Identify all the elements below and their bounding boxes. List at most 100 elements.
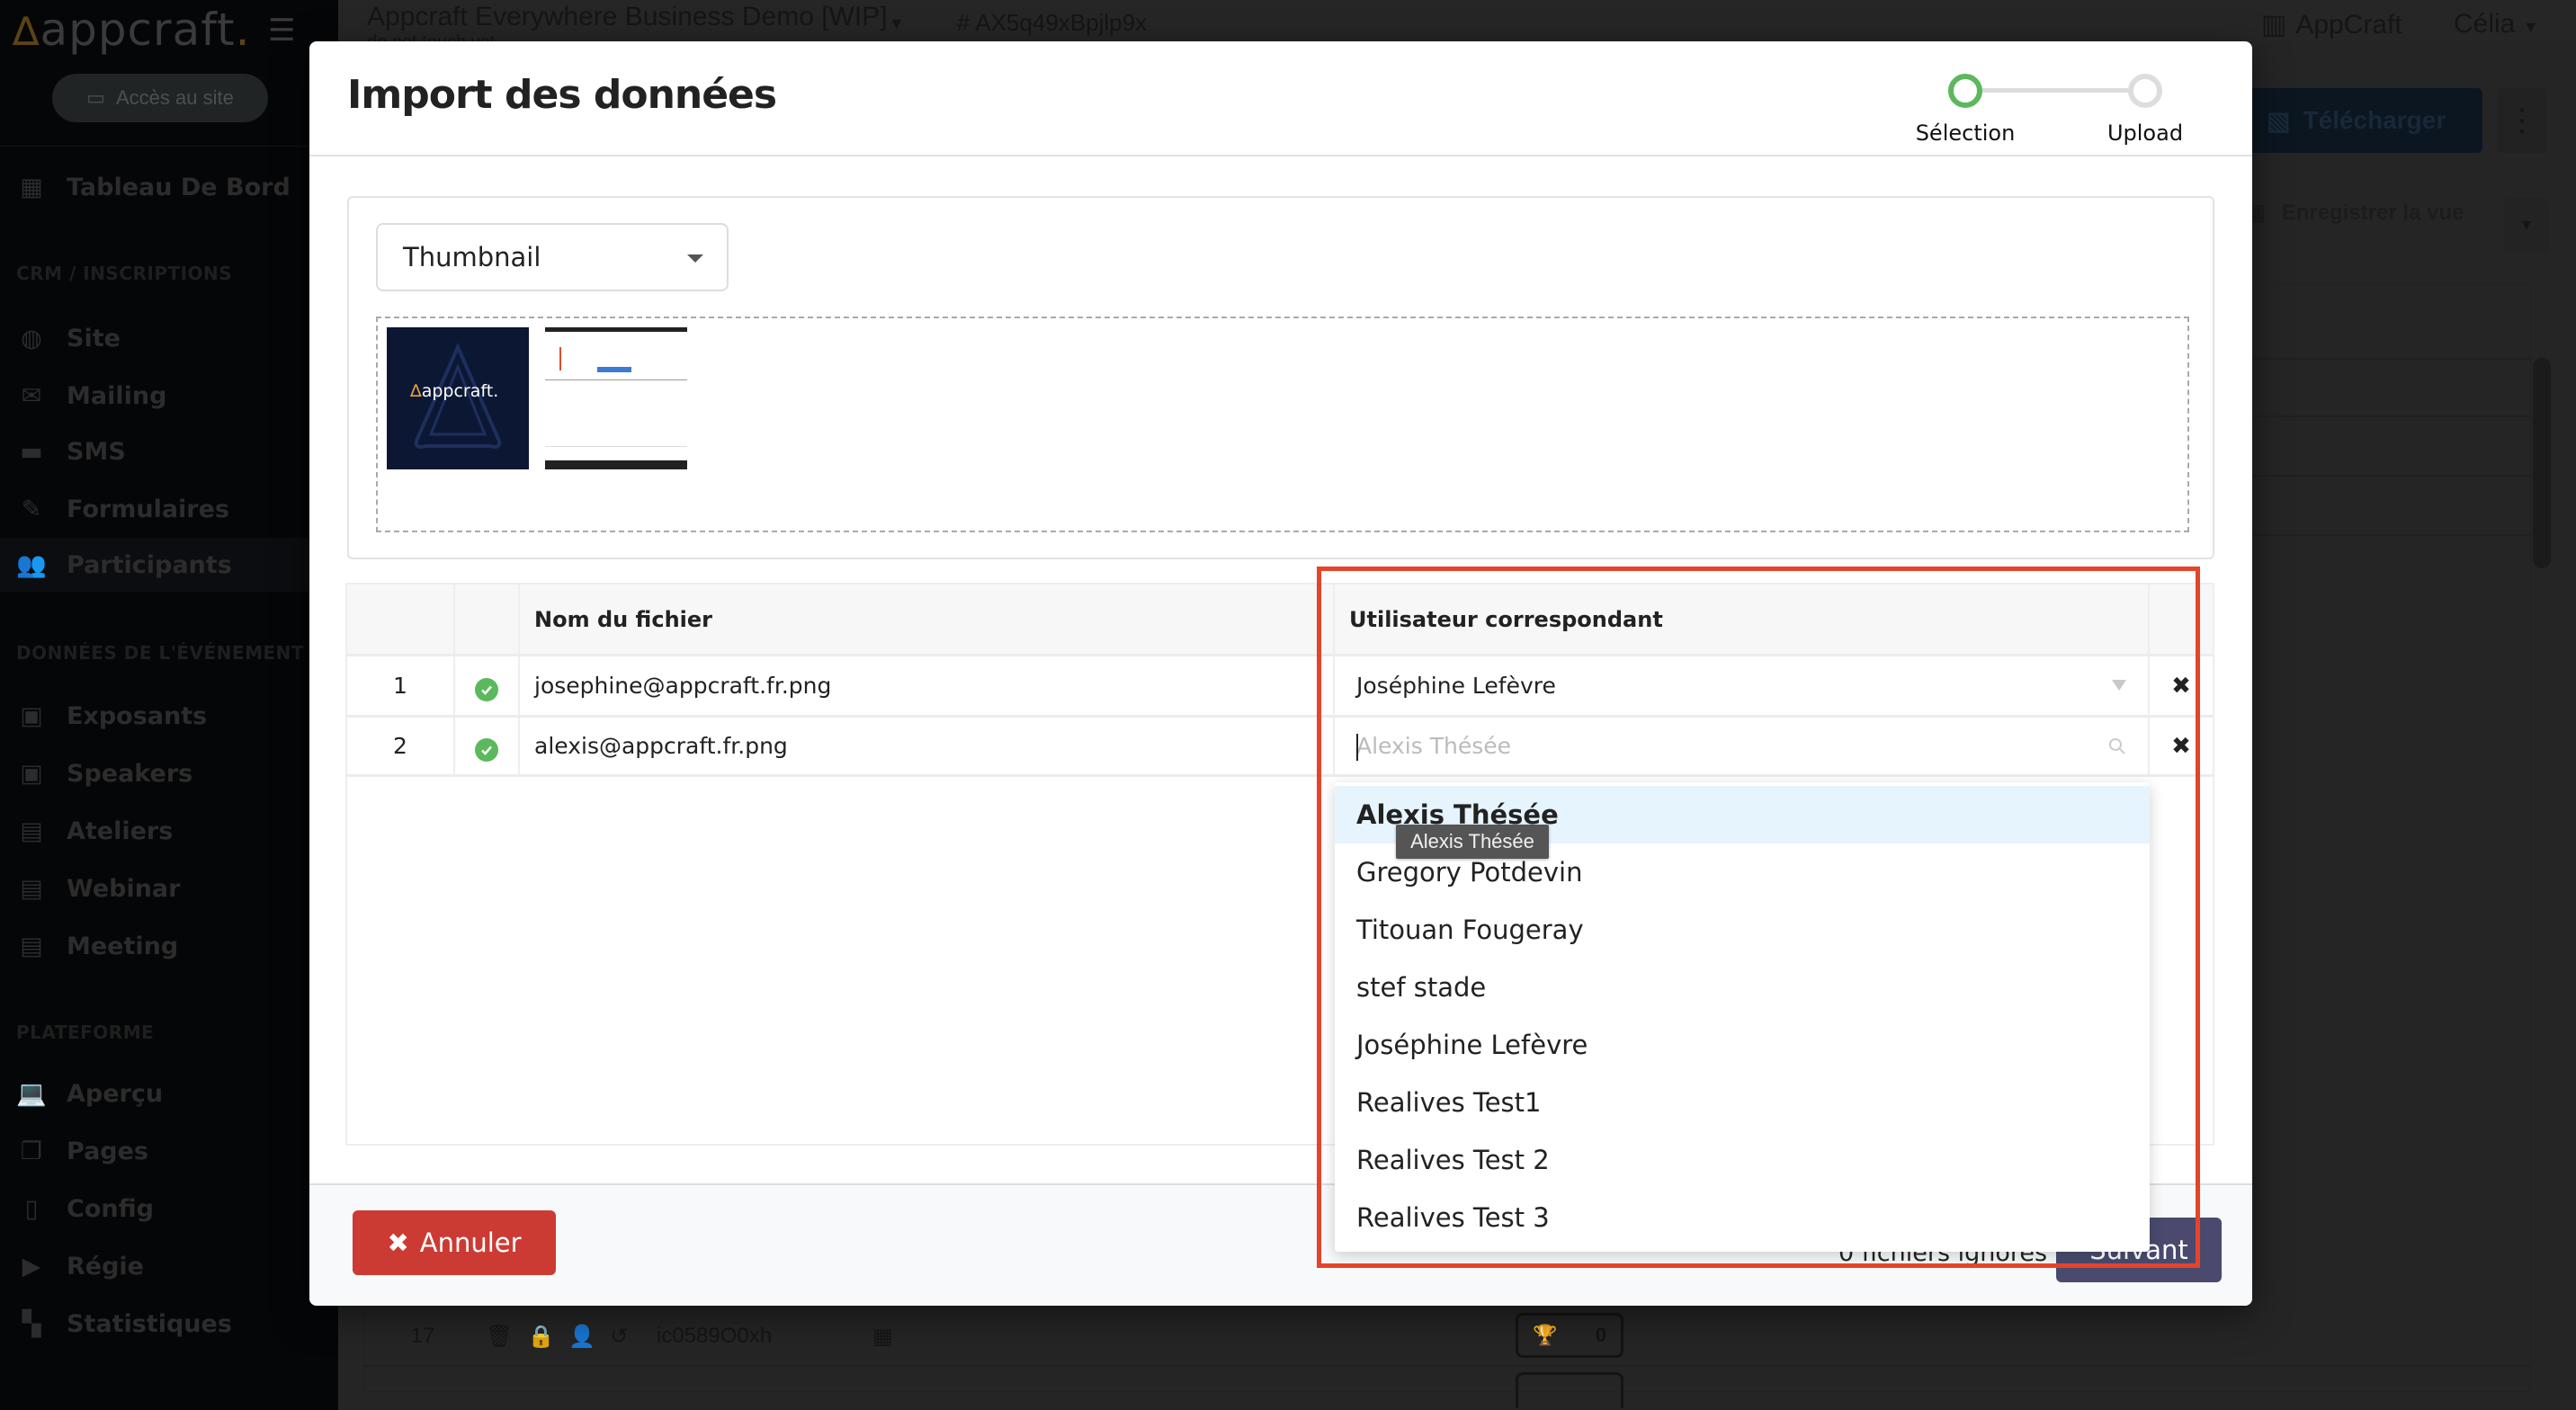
remove-row-button[interactable]: ✖ xyxy=(2150,656,2213,715)
building-icon: ▥ xyxy=(2261,10,2287,40)
dashboard-icon: ▦ xyxy=(20,173,43,201)
dropdown-option[interactable]: Titouan Fougeray xyxy=(1335,901,2150,959)
sidebar-item-label: SMS xyxy=(67,437,126,466)
status-cell xyxy=(455,718,520,774)
row-actions: 🗑 🔒 👤 ↺ xyxy=(468,1324,657,1350)
sidebar-item-label: Formulaires xyxy=(67,495,229,523)
file-type-select[interactable]: Thumbnail xyxy=(376,223,729,291)
sidebar-item-webinar[interactable]: ▤ Webinar xyxy=(0,861,338,915)
project-dropdown-icon[interactable]: ▼ xyxy=(889,14,905,33)
step-connector xyxy=(1968,88,2132,93)
sidebar-item-label: Régie xyxy=(67,1252,144,1281)
scrollbar[interactable] xyxy=(2533,358,2551,568)
table-row: 2 alexis@appcraft.fr.png ✖ xyxy=(347,718,2213,777)
sidebar-item-mailing[interactable]: ✉ Mailing xyxy=(0,369,338,423)
sidebar-item-speakers[interactable]: ▣ Speakers xyxy=(0,746,338,800)
user-menu[interactable]: Célia ▼ xyxy=(2454,9,2539,40)
save-view-button[interactable]: ▣ Enregistrer la vue xyxy=(2245,200,2464,226)
sidebar-item-label: Participants xyxy=(67,550,232,579)
file-dropzone[interactable]: ∆appcraft. xyxy=(376,317,2189,532)
laptop-icon: 💻 xyxy=(16,1080,47,1108)
qr-code-icon[interactable]: ▦ xyxy=(872,1324,1322,1350)
more-options-button[interactable]: ⋮ xyxy=(2497,88,2547,153)
user-select-value: Joséphine Lefèvre xyxy=(1356,673,1556,699)
dropdown-option[interactable]: Realives Test 2 xyxy=(1335,1131,2150,1189)
thumb-detail xyxy=(545,446,687,447)
sidebar-item-label: Aperçu xyxy=(67,1079,164,1108)
monitor-icon: ▭ xyxy=(86,86,105,109)
step-upload-dot xyxy=(2128,74,2162,108)
row-code: ic0589O0xh xyxy=(657,1324,773,1348)
col-number xyxy=(347,585,455,654)
sidebar-item-regie[interactable]: ▶ Régie xyxy=(0,1239,338,1293)
sidebar-item-site[interactable]: ◍ Site xyxy=(0,311,338,365)
sidebar-item-label: Config xyxy=(67,1194,154,1223)
sidebar-item-sms[interactable]: ▬ SMS xyxy=(0,424,338,478)
thumb-detail xyxy=(559,347,561,370)
step-upload-label: Upload xyxy=(2106,120,2184,146)
step-selection-dot xyxy=(1948,74,1982,108)
sidebar: ∆appcraft. ☰ ▭ Accès au site ▦ Tableau De… xyxy=(0,0,338,1410)
user-name: Célia xyxy=(2454,9,2516,39)
thumb-detail xyxy=(545,460,687,469)
remove-row-button[interactable]: ✖ xyxy=(2150,718,2213,774)
thumbnail-preview[interactable] xyxy=(545,327,687,469)
user-search-input[interactable] xyxy=(1335,718,2148,774)
site-access-button[interactable]: ▭ Accès au site xyxy=(52,74,268,122)
sidebar-item-label: Statistiques xyxy=(67,1309,232,1338)
download-button[interactable]: ▧ Télécharger xyxy=(2249,88,2482,153)
sidebar-item-exposants[interactable]: ▣ Exposants xyxy=(0,689,338,743)
user-select[interactable]: Joséphine Lefèvre xyxy=(1335,656,2148,715)
section-event-data: DONNÉES DE L'ÉVÉNEMENT xyxy=(16,642,305,664)
history-icon[interactable]: ↺ xyxy=(610,1324,628,1350)
file-name: josephine@appcraft.fr.png xyxy=(520,656,1335,715)
sidebar-item-ateliers[interactable]: ▤ Ateliers xyxy=(0,804,338,858)
dropdown-option[interactable]: stef stade xyxy=(1335,959,2150,1016)
pencil-icon: ✎ xyxy=(21,495,42,523)
dropdown-option[interactable]: Joséphine Lefèvre xyxy=(1335,1016,2150,1074)
org-switcher[interactable]: ▥ AppCraft xyxy=(2261,9,2402,40)
thumbnail-brand: ∆appcraft. xyxy=(410,381,499,401)
sidebar-item-dashboard[interactable]: ▦ Tableau De Bord xyxy=(0,160,338,214)
pages-icon: ❐ xyxy=(20,1137,43,1165)
thumb-detail xyxy=(597,367,631,372)
sidebar-item-pages[interactable]: ❐ Pages xyxy=(0,1124,338,1178)
thumbnail-preview[interactable]: ∆appcraft. xyxy=(387,327,529,469)
sidebar-divider xyxy=(0,146,338,147)
save-view-label: Enregistrer la vue xyxy=(2281,200,2464,225)
sidebar-item-label: Mailing xyxy=(67,381,167,410)
sidebar-item-label: Ateliers xyxy=(67,817,174,845)
lock-icon[interactable]: 🔒 xyxy=(527,1324,554,1350)
excel-icon: ▧ xyxy=(2267,106,2291,135)
caret-down-icon xyxy=(2112,680,2126,691)
chevron-down-icon: ▼ xyxy=(2522,18,2539,36)
cancel-button[interactable]: ✖ Annuler xyxy=(353,1210,556,1275)
dropdown-option[interactable]: Realives Test 3 xyxy=(1335,1189,2150,1246)
file-name: alexis@appcraft.fr.png xyxy=(520,718,1335,774)
project-title[interactable]: Appcraft Everywhere Business Demo [WIP] xyxy=(367,2,888,32)
search-icon xyxy=(2109,738,2125,754)
cancel-label: Annuler xyxy=(419,1227,522,1258)
sidebar-item-label: Exposants xyxy=(67,701,208,730)
modal-header: Import des données Sélection Upload xyxy=(309,41,2252,156)
calendar-icon: ▤ xyxy=(20,932,43,960)
trophy-count: 0 xyxy=(1595,1324,1606,1346)
mail-icon: ✉ xyxy=(21,381,42,410)
sidebar-item-formulaires[interactable]: ✎ Formulaires xyxy=(0,482,338,536)
sidebar-item-label: Site xyxy=(67,324,121,352)
stepper: Sélection Upload xyxy=(1907,56,2195,146)
check-circle-icon xyxy=(475,677,498,701)
user-icon[interactable]: 👤 xyxy=(568,1324,595,1350)
sidebar-item-config[interactable]: ▯ Config xyxy=(0,1182,338,1236)
sidebar-item-participants[interactable]: 👥 Participants xyxy=(0,538,338,592)
collapse-menu-icon[interactable]: ☰ xyxy=(268,13,295,49)
sidebar-item-label: Speakers xyxy=(67,759,193,788)
calendar-icon: ▤ xyxy=(20,817,43,845)
sidebar-item-apercu[interactable]: 💻 Aperçu xyxy=(0,1066,338,1120)
step-selection-label: Sélection xyxy=(1915,120,2016,146)
sidebar-item-meeting[interactable]: ▤ Meeting xyxy=(0,919,338,973)
trash-icon[interactable]: 🗑 xyxy=(486,1324,513,1350)
dropdown-option[interactable]: Realives Test1 xyxy=(1335,1074,2150,1131)
save-view-dropdown[interactable]: ▼ xyxy=(2504,198,2549,254)
sidebar-item-statistiques[interactable]: ▚ Statistiques xyxy=(0,1297,338,1351)
